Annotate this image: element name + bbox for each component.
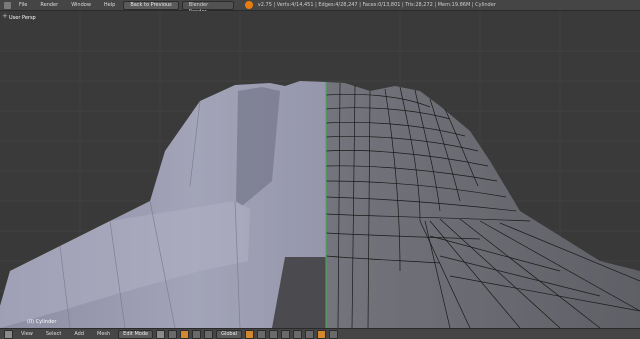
face-select-icon[interactable] bbox=[269, 329, 279, 339]
back-to-previous-button[interactable]: Back to Previous bbox=[123, 0, 179, 10]
pivot-point-icon[interactable] bbox=[168, 329, 178, 339]
active-object-label: (0) Cylinder bbox=[27, 319, 57, 325]
viewport-shading-icon[interactable] bbox=[156, 329, 166, 339]
mesh-view bbox=[0, 11, 640, 328]
editor-type-icon[interactable] bbox=[4, 329, 13, 339]
area-split-icon[interactable]: + bbox=[2, 12, 8, 20]
manipulator-icon[interactable] bbox=[180, 329, 190, 339]
rotate-icon[interactable] bbox=[204, 329, 214, 339]
menu-help[interactable]: Help bbox=[99, 2, 120, 8]
proportional-edit-icon[interactable] bbox=[293, 329, 303, 339]
render-preview-icon[interactable] bbox=[329, 329, 339, 339]
info-header: File Render Window Help Back to Previous… bbox=[0, 0, 640, 15]
mode-select[interactable]: Edit Mode bbox=[118, 329, 154, 339]
scene-stats: v2.75 | Verts:4/14,451 | Edges:4/28,247 … bbox=[257, 2, 496, 8]
menu-select[interactable]: Select bbox=[41, 331, 66, 337]
menu-render[interactable]: Render bbox=[35, 2, 63, 8]
menu-add[interactable]: Add bbox=[69, 331, 89, 337]
menu-mesh[interactable]: Mesh bbox=[92, 331, 115, 337]
view-label: User Persp bbox=[9, 15, 36, 21]
edge-select-icon[interactable] bbox=[257, 329, 267, 339]
snap-icon[interactable] bbox=[305, 329, 315, 339]
menu-file[interactable]: File bbox=[14, 2, 32, 8]
menu-window[interactable]: Window bbox=[66, 2, 96, 8]
3d-viewport[interactable]: + User Persp (0) Cylinder bbox=[0, 11, 640, 328]
occlude-geometry-icon[interactable] bbox=[281, 329, 291, 339]
3d-view-header: View Select Add Mesh Edit Mode Global bbox=[0, 328, 640, 339]
menu-view[interactable]: View bbox=[16, 331, 38, 337]
translate-icon[interactable] bbox=[192, 329, 202, 339]
render-engine-select[interactable]: Blender Render bbox=[181, 0, 234, 15]
vertex-select-icon[interactable] bbox=[245, 329, 255, 339]
blender-logo-icon bbox=[244, 1, 253, 9]
snap-element-icon[interactable] bbox=[317, 329, 327, 339]
editor-type-icon[interactable] bbox=[4, 1, 11, 9]
transform-orientation-select[interactable]: Global bbox=[216, 329, 243, 339]
